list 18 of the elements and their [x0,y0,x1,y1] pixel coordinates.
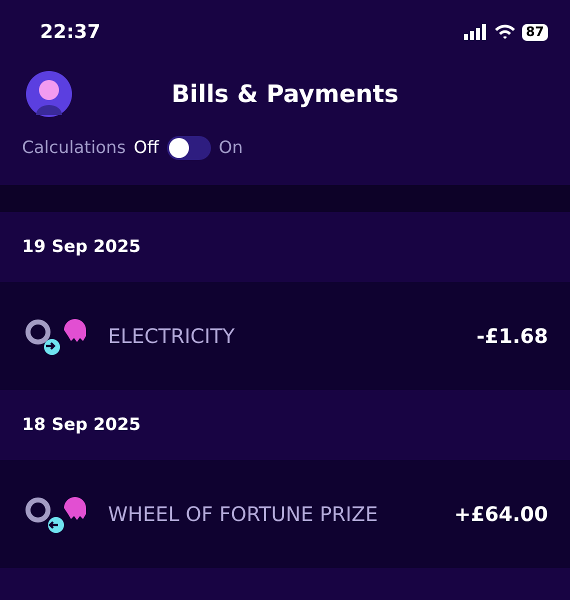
battery-level: 87 [522,24,548,40]
date-text: 18 Sep 2025 [22,415,141,435]
transaction-name: WHEEL OF FORTUNE PRIZE [108,502,379,526]
on-label: On [218,138,243,158]
transaction-row[interactable]: WHEEL OF FORTUNE PRIZE +£64.00 [0,460,570,568]
page-title: Bills & Payments [170,80,400,108]
calculations-toggle[interactable] [166,136,211,160]
signal-icon [464,24,488,40]
avatar-icon[interactable] [26,71,72,117]
calculations-label: Calculations [22,138,126,158]
transaction-name: ELECTRICITY [108,324,236,348]
off-label: Off [134,138,159,158]
transaction-amount: -£1.68 [476,324,548,348]
status-time: 22:37 [40,21,100,43]
wifi-icon [494,24,516,40]
transaction-amount: +£64.00 [454,502,548,526]
date-text: 19 Sep 2025 [22,237,141,257]
transaction-row[interactable]: ELECTRICITY -£1.68 [0,282,570,390]
